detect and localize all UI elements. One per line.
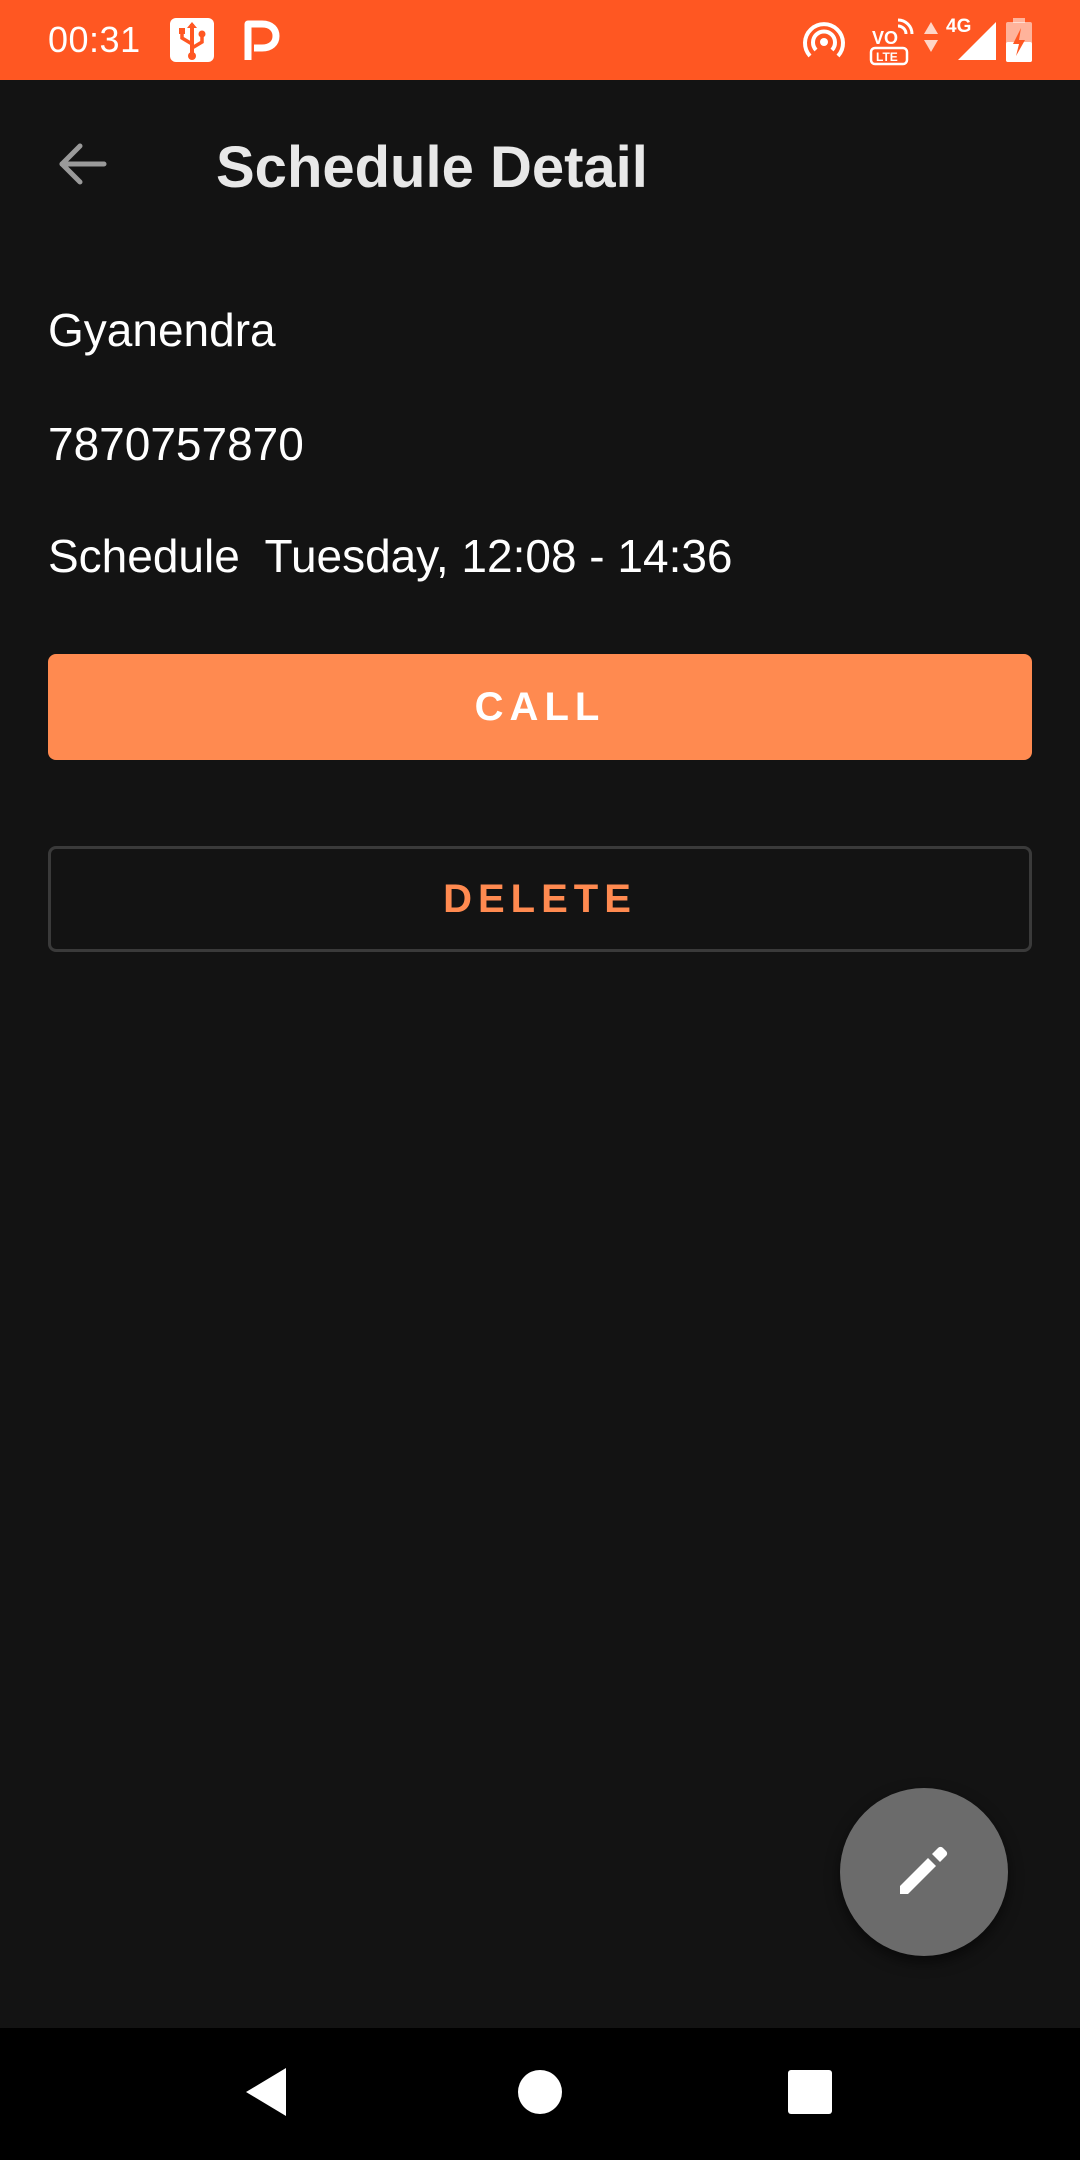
nav-back-button[interactable]: [228, 2056, 304, 2132]
page-title: Schedule Detail: [216, 135, 648, 200]
nav-back-icon: [240, 2064, 292, 2125]
delete-button[interactable]: DELETE: [48, 846, 1032, 952]
hotspot-icon: [800, 16, 848, 64]
nav-recents-icon: [786, 2068, 834, 2121]
system-nav-bar: [0, 2028, 1080, 2160]
nav-home-icon: [516, 2068, 564, 2121]
volte-bottom-label: LTE: [876, 50, 898, 64]
contact-name: Gyanendra: [48, 304, 276, 356]
edit-fab-button[interactable]: [840, 1788, 1008, 1956]
back-button[interactable]: [36, 120, 128, 212]
nav-home-button[interactable]: [502, 2056, 578, 2132]
data-arrows-icon: [922, 16, 940, 64]
usb-icon: [168, 16, 216, 64]
status-bar: 00:31 VO LTE 4G: [0, 0, 1080, 80]
nav-recents-button[interactable]: [772, 2056, 848, 2132]
schedule-detail-screen: 00:31 VO LTE 4G Schedule Detail Gyanendr…: [0, 0, 1080, 2160]
pencil-icon: [892, 1838, 956, 1907]
volte-top-label: VO: [872, 28, 898, 48]
arrow-back-icon: [54, 136, 110, 197]
parking-app-icon: [240, 16, 280, 64]
network-type-label: 4G: [946, 16, 971, 37]
contact-phone: 7870757870: [48, 418, 304, 470]
status-time: 00:31: [48, 19, 141, 60]
battery-icon: [1004, 18, 1034, 66]
app-bar: Schedule Detail: [0, 80, 1080, 252]
call-button[interactable]: CALL: [48, 654, 1032, 760]
cell-signal-icon: 4G: [944, 12, 1000, 60]
volte-icon: VO LTE: [868, 16, 918, 66]
schedule-time: Schedule Tuesday, 12:08 - 14:36: [48, 530, 733, 582]
